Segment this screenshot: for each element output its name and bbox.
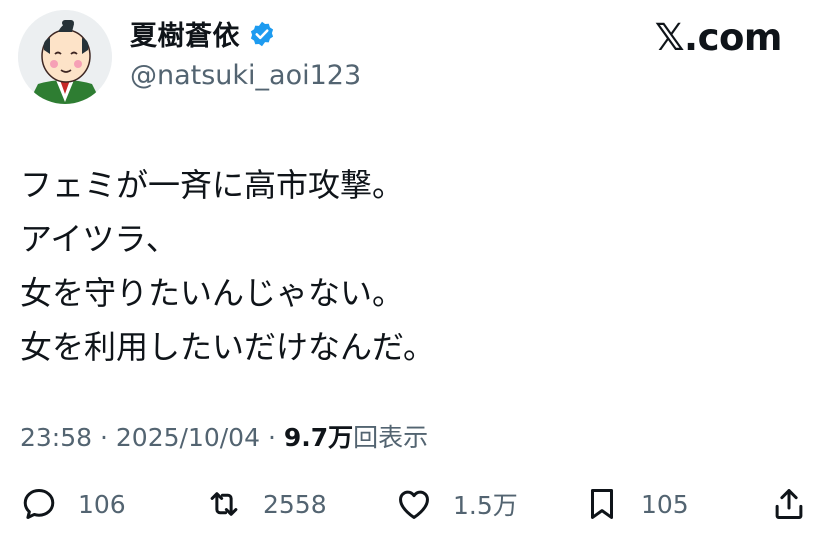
reply-count: 106 xyxy=(78,489,126,519)
like-count: 1.5万 xyxy=(453,491,518,520)
samurai-avatar-icon xyxy=(18,10,112,104)
tweet-date[interactable]: 2025/10/04 xyxy=(116,423,260,452)
author-avatar[interactable] xyxy=(18,10,112,104)
verified-badge-icon[interactable] xyxy=(248,20,276,48)
tweet-meta: 23:58 · 2025/10/04 · 9.7万回表示 xyxy=(20,418,428,454)
bookmark-button[interactable]: 105 xyxy=(583,478,689,530)
author-display-name[interactable]: 夏樹蒼依 xyxy=(130,14,240,53)
tweet-text: フェミが一斉に高市攻撃。 アイツラ、 女を守りたいんじゃない。 女を利用したいだ… xyxy=(20,158,435,374)
reply-icon xyxy=(23,489,55,519)
author-handle[interactable]: @natsuki_aoi123 xyxy=(130,60,361,91)
heart-icon xyxy=(399,490,429,519)
views-label: 回表示 xyxy=(353,423,429,452)
reply-button[interactable]: 106 xyxy=(20,478,126,530)
like-button[interactable]: 1.5万 xyxy=(395,478,518,530)
repost-button[interactable]: 2558 xyxy=(205,478,327,530)
views-count: 9.7万 xyxy=(283,423,354,452)
meta-separator: · xyxy=(100,423,116,452)
share-button[interactable] xyxy=(770,478,808,530)
repost-icon xyxy=(210,492,238,516)
tweet-line: フェミが一斉に高市攻撃。 xyxy=(20,166,405,204)
author-name-row: 夏樹蒼依 xyxy=(130,14,276,53)
bookmark-icon xyxy=(590,489,614,519)
repost-count: 2558 xyxy=(263,489,327,519)
tweet-line: 女を利用したいだけなんだ。 xyxy=(20,328,436,366)
share-icon xyxy=(775,489,803,519)
meta-separator: · xyxy=(267,423,284,452)
bookmark-count: 105 xyxy=(641,489,689,519)
tweet-line: アイツラ、 xyxy=(20,220,178,258)
action-bar: 106 2558 1.5万 105 xyxy=(0,478,828,530)
tweet-line: 女を守りたいんじゃない。 xyxy=(20,274,405,312)
tweet-time[interactable]: 23:58 xyxy=(20,423,92,452)
brand-logo: 𝕏.com xyxy=(654,16,783,59)
